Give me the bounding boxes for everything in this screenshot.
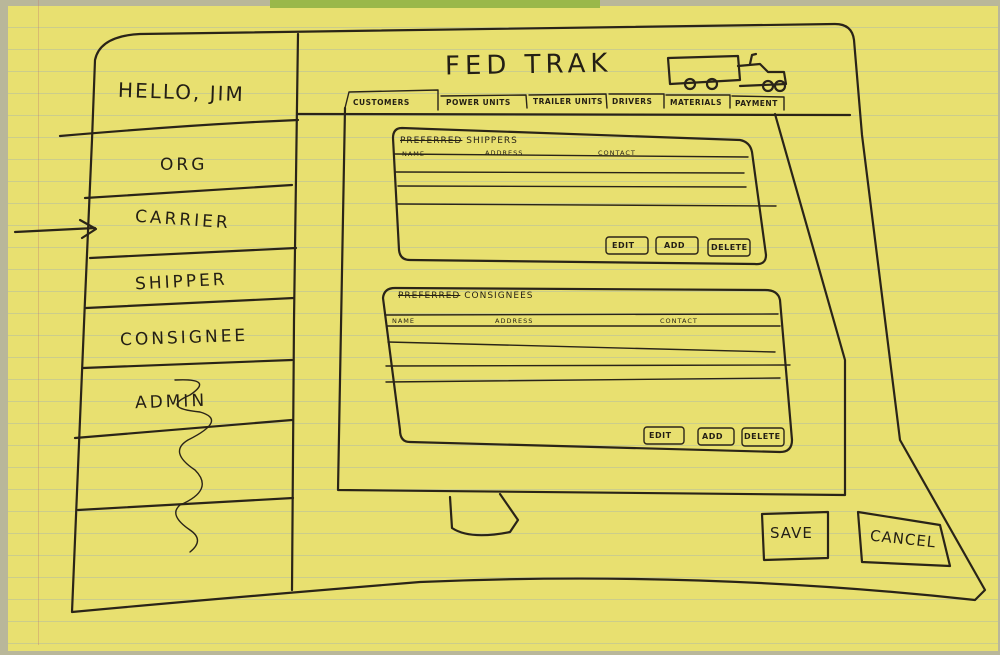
- consignees-col-name: NAME: [392, 317, 416, 325]
- shippers-delete-button[interactable]: DELETE: [711, 243, 748, 252]
- sidebar-divider-2: [88, 246, 298, 260]
- consignees-row-line-3: [385, 364, 791, 367]
- consignees-add-button[interactable]: ADD: [702, 432, 723, 441]
- app-title: FED TRAK: [444, 48, 613, 82]
- shippers-title: PREFERRED SHIPPERS: [400, 136, 518, 146]
- sidebar-item-org[interactable]: ORG: [160, 155, 207, 175]
- sidebar-divider-1: [83, 183, 294, 200]
- header-divider: [296, 112, 852, 117]
- sidebar-header-divider: [58, 118, 300, 138]
- consignees-struck-word: PREFERRED: [398, 291, 461, 301]
- sidebar-divider-6: [76, 496, 295, 512]
- consignees-col-address: ADDRESS: [495, 317, 534, 325]
- tab-customers[interactable]: CUSTOMERS: [353, 98, 410, 107]
- tab-drivers[interactable]: DRIVERS: [612, 97, 652, 106]
- tab-payment[interactable]: PAYMENT: [735, 99, 778, 108]
- tab-power-units[interactable]: POWER UNITS: [446, 98, 511, 107]
- shippers-col-contact: CONTACT: [598, 149, 636, 157]
- shippers-col-address: ADDRESS: [485, 149, 524, 157]
- truck-icon: [666, 52, 788, 93]
- consignees-row-line-2: [387, 341, 776, 353]
- shippers-col-name: NAME: [402, 150, 426, 158]
- sidebar-item-admin[interactable]: ADMIN: [135, 391, 208, 414]
- consignees-delete-button[interactable]: DELETE: [744, 432, 781, 441]
- sidebar-divider-3: [84, 296, 296, 310]
- consignees-col-contact: CONTACT: [660, 317, 698, 325]
- arrow-right-icon: [13, 218, 98, 240]
- shippers-row-line-3: [397, 203, 777, 207]
- consignees-row-line-4: [385, 377, 781, 383]
- consignees-header-line: [385, 313, 779, 316]
- shippers-title-text: SHIPPERS: [466, 136, 518, 146]
- consignees-title-text: CONSIGNEES: [464, 291, 534, 301]
- sidebar-divider-5: [73, 418, 294, 440]
- consignees-title: PREFERRED CONSIGNEES: [398, 291, 534, 301]
- shippers-row-line-1: [395, 171, 745, 174]
- scroll-handle[interactable]: [448, 492, 520, 537]
- greeting: HELLO, JIM: [117, 77, 246, 107]
- tab-materials[interactable]: MATERIALS: [670, 98, 722, 107]
- save-button[interactable]: SAVE: [770, 524, 813, 542]
- consignees-edit-button[interactable]: EDIT: [649, 431, 672, 440]
- sidebar-divider-4: [81, 358, 294, 370]
- shippers-row-line-2: [397, 185, 747, 188]
- shippers-edit-button[interactable]: EDIT: [612, 241, 635, 250]
- shippers-add-button[interactable]: ADD: [664, 241, 685, 250]
- sidebar-divider: [290, 32, 300, 592]
- tab-trailer-units[interactable]: TRAILER UNITS: [533, 97, 603, 106]
- shippers-struck-word: PREFERRED: [400, 136, 463, 146]
- shippers-header-line: [394, 153, 749, 158]
